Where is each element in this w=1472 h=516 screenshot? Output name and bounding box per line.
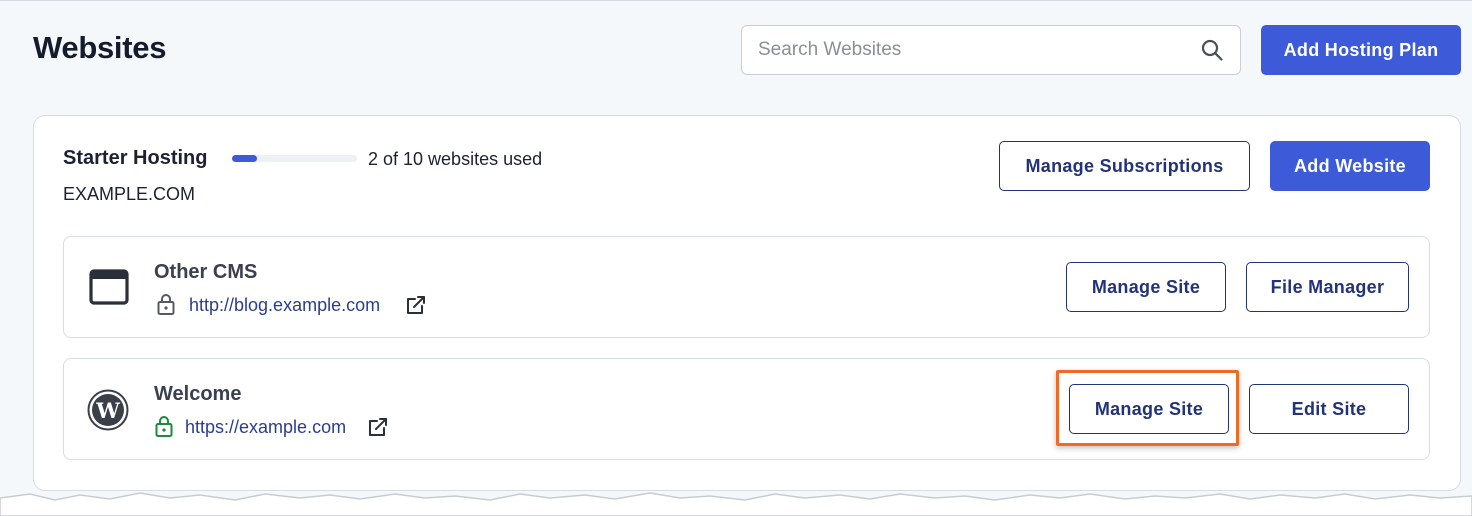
top-border: [0, 0, 1472, 1]
svg-text:W: W: [95, 398, 120, 423]
highlight-annotation: [1056, 370, 1239, 446]
manage-subscriptions-button[interactable]: Manage Subscriptions: [999, 141, 1250, 191]
secure-lock-icon: [155, 416, 173, 437]
site-url-link[interactable]: http://blog.example.com: [189, 295, 380, 316]
add-hosting-plan-button[interactable]: Add Hosting Plan: [1261, 25, 1461, 75]
edit-site-button[interactable]: Edit Site: [1249, 384, 1409, 434]
search-box[interactable]: [741, 25, 1241, 75]
wordpress-icon: W: [87, 389, 129, 431]
search-icon[interactable]: [1200, 38, 1224, 62]
plan-name: Starter Hosting: [63, 147, 208, 169]
usage-text: 2 of 10 websites used: [368, 149, 543, 169]
usage-progress-fill: [232, 155, 257, 162]
browser-window-icon: [89, 269, 129, 305]
site-url-link[interactable]: https://example.com: [185, 417, 346, 438]
external-link-icon[interactable]: [367, 416, 389, 438]
site-name: Other CMS: [154, 261, 258, 283]
page-title: Websites: [33, 30, 167, 65]
manage-site-button[interactable]: Manage Site: [1066, 262, 1226, 312]
site-name: Welcome: [154, 383, 242, 405]
torn-edge: [0, 492, 1472, 516]
plan-domain: EXAMPLE.COM: [63, 184, 196, 204]
lock-icon: [157, 294, 175, 315]
usage-progress-bar: [232, 155, 357, 162]
file-manager-button[interactable]: File Manager: [1246, 262, 1409, 312]
search-input[interactable]: [758, 26, 1188, 74]
external-link-icon[interactable]: [405, 294, 427, 316]
add-website-button[interactable]: Add Website: [1270, 141, 1430, 191]
